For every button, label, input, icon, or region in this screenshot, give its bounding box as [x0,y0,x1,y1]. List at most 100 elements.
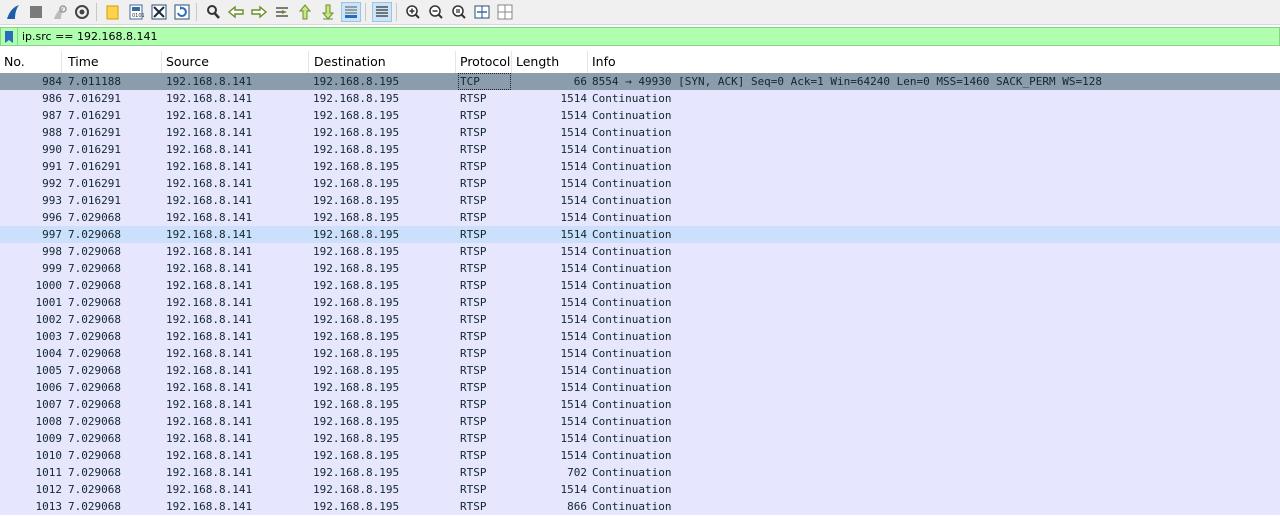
cell-time: 7.029068 [68,483,121,496]
cell-length: 866 [567,500,587,513]
table-row[interactable]: 1001 7.029068 192.168.8.141 192.168.8.195 RT… [0,294,1280,311]
zoom-in-icon[interactable] [403,2,423,22]
open-file-icon[interactable] [103,2,123,22]
find-packet-icon[interactable] [203,2,223,22]
filter-bookmark-icon[interactable] [1,28,18,45]
save-file-icon[interactable]: 0101 [126,2,146,22]
cell-destination: 192.168.8.195 [313,398,400,411]
cell-protocol: RTSP [460,92,487,105]
cell-protocol: RTSP [460,194,487,207]
cell-source: 192.168.8.141 [166,262,253,275]
cell-no: 992 [42,177,62,190]
table-row[interactable]: 1013 7.029068 192.168.8.141 192.168.8.195 RT… [0,498,1280,515]
table-row[interactable]: 997 7.029068 192.168.8.141 192.168.8.195 RTS… [0,226,1280,243]
table-row[interactable]: 1005 7.029068 192.168.8.141 192.168.8.195 RT… [0,362,1280,379]
zoom-normal-icon[interactable] [449,2,469,22]
cell-info: Continuation [592,347,672,360]
cell-source: 192.168.8.141 [166,177,253,190]
table-row[interactable]: 1009 7.029068 192.168.8.141 192.168.8.195 RT… [0,430,1280,447]
table-row[interactable]: 999 7.029068 192.168.8.141 192.168.8.195 RTS… [0,260,1280,277]
table-row[interactable]: 1003 7.029068 192.168.8.141 192.168.8.195 RT… [0,328,1280,345]
table-row[interactable]: 987 7.016291 192.168.8.141 192.168.8.195 RTS… [0,107,1280,124]
table-row[interactable]: 1004 7.029068 192.168.8.141 192.168.8.195 RT… [0,345,1280,362]
auto-scroll-icon[interactable] [341,2,361,22]
cell-length: 1514 [560,381,588,394]
go-to-packet-icon[interactable] [272,2,292,22]
table-row[interactable]: 996 7.029068 192.168.8.141 192.168.8.195 RTS… [0,209,1280,226]
cell-protocol: RTSP [460,398,487,411]
go-first-packet-icon[interactable] [295,2,315,22]
cell-destination: 192.168.8.195 [313,466,400,479]
table-row[interactable]: 998 7.029068 192.168.8.141 192.168.8.195 RTS… [0,243,1280,260]
table-row[interactable]: 990 7.016291 192.168.8.141 192.168.8.195 RTS… [0,141,1280,158]
column-header-info[interactable]: Info [588,51,1280,73]
table-row[interactable]: 993 7.016291 192.168.8.141 192.168.8.195 RTS… [0,192,1280,209]
cell-length: 1514 [560,313,588,326]
cell-source: 192.168.8.141 [166,279,253,292]
cell-destination: 192.168.8.195 [313,296,400,309]
table-row[interactable]: 1000 7.029068 192.168.8.141 192.168.8.195 RT… [0,277,1280,294]
column-header-time[interactable]: Time [62,51,162,73]
cell-protocol: RTSP [460,126,487,139]
table-row[interactable]: 1012 7.029068 192.168.8.141 192.168.8.195 RT… [0,481,1280,498]
cell-protocol: RTSP [460,245,487,258]
column-header-length[interactable]: Length [512,51,588,73]
table-row[interactable]: 988 7.016291 192.168.8.141 192.168.8.195 RTS… [0,124,1280,141]
go-last-packet-icon[interactable] [318,2,338,22]
display-filter-input[interactable] [22,29,1222,44]
cell-destination: 192.168.8.195 [313,143,400,156]
cell-destination: 192.168.8.195 [313,500,400,513]
cell-length: 1514 [560,364,588,377]
layout-icon[interactable] [495,2,515,22]
table-row[interactable]: 1007 7.029068 192.168.8.141 192.168.8.195 RT… [0,396,1280,413]
cell-info: Continuation [592,483,672,496]
cell-protocol: RTSP [460,466,487,479]
cell-length: 1514 [560,415,588,428]
cell-protocol: RTSP [460,330,487,343]
cell-time: 7.016291 [68,194,121,207]
cell-info: Continuation [592,296,672,309]
table-row[interactable]: 1010 7.029068 192.168.8.141 192.168.8.195 RT… [0,447,1280,464]
stop-capture-icon[interactable] [26,2,46,22]
cell-destination: 192.168.8.195 [313,109,400,122]
cell-length: 1514 [560,398,588,411]
table-row[interactable]: 986 7.016291 192.168.8.141 192.168.8.195 RTS… [0,90,1280,107]
go-forward-icon[interactable] [249,2,269,22]
colorize-icon[interactable] [372,2,392,22]
close-file-icon[interactable] [149,2,169,22]
cell-destination: 192.168.8.195 [313,330,400,343]
table-row[interactable]: 984 7.011188 192.168.8.141 192.168.8.195 TCP… [0,73,1280,90]
column-header-source[interactable]: Source [162,51,309,73]
column-header-destination[interactable]: Destination [309,51,456,73]
table-row[interactable]: 1011 7.029068 192.168.8.141 192.168.8.195 RT… [0,464,1280,481]
reload-file-icon[interactable] [172,2,192,22]
table-row[interactable]: 1006 7.029068 192.168.8.141 192.168.8.195 RT… [0,379,1280,396]
table-row[interactable]: 1008 7.029068 192.168.8.141 192.168.8.195 RT… [0,413,1280,430]
column-header-protocol[interactable]: Protocol [456,51,512,73]
shark-fin-start-icon[interactable] [3,2,23,22]
table-row[interactable]: 992 7.016291 192.168.8.141 192.168.8.195 RTS… [0,175,1280,192]
zoom-out-icon[interactable] [426,2,446,22]
cell-time: 7.016291 [68,160,121,173]
cell-no: 984 [42,75,62,88]
cell-time: 7.029068 [68,398,121,411]
cell-protocol: RTSP [460,109,487,122]
cell-info: Continuation [592,177,672,190]
cell-time: 7.016291 [68,177,121,190]
capture-options-icon[interactable] [72,2,92,22]
resize-columns-icon[interactable] [472,2,492,22]
table-row[interactable]: 991 7.016291 192.168.8.141 192.168.8.195 RTS… [0,158,1280,175]
cell-source: 192.168.8.141 [166,211,253,224]
cell-protocol: RTSP [460,364,487,377]
cell-source: 192.168.8.141 [166,466,253,479]
cell-destination: 192.168.8.195 [313,194,400,207]
main-toolbar: 0101 [0,0,1280,25]
go-back-icon[interactable] [226,2,246,22]
cell-protocol: RTSP [460,228,487,241]
cell-time: 7.029068 [68,449,121,462]
table-row[interactable]: 1002 7.029068 192.168.8.141 192.168.8.195 RT… [0,311,1280,328]
column-header-no[interactable]: No. [0,51,62,73]
cell-length: 1514 [560,279,588,292]
restart-capture-icon[interactable] [49,2,69,22]
cell-source: 192.168.8.141 [166,398,253,411]
